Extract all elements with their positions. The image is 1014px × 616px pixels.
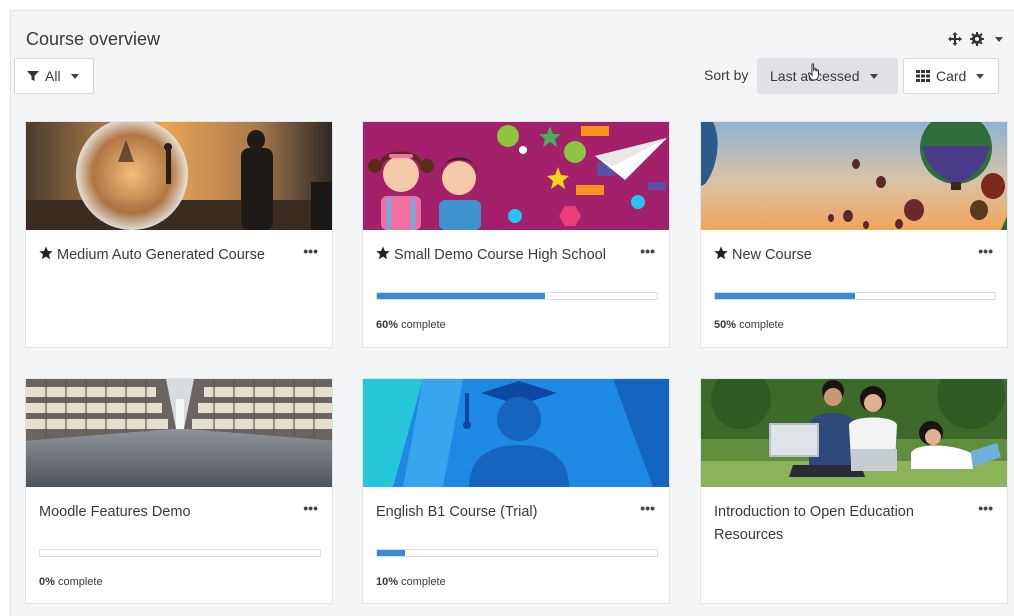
- sort-dropdown[interactable]: Last accessed: [757, 58, 898, 94]
- progress-fill: [715, 293, 855, 299]
- filter-label: All: [45, 68, 61, 84]
- course-image[interactable]: [26, 379, 332, 487]
- course-card[interactable]: New Course ••• 50% complete: [700, 121, 1008, 348]
- course-card[interactable]: Introduction to Open Education Resources…: [700, 378, 1008, 604]
- course-title[interactable]: Moodle Features Demo: [39, 501, 289, 524]
- chevron-down-icon: [976, 73, 985, 79]
- gear-icon[interactable]: [969, 31, 985, 47]
- course-menu-button[interactable]: •••: [640, 244, 655, 258]
- course-menu-button[interactable]: •••: [978, 501, 993, 515]
- progress-bar: [39, 549, 321, 557]
- view-value: Card: [936, 68, 967, 84]
- progress-text: 60% complete: [376, 319, 446, 331]
- progress-fill: [377, 550, 405, 556]
- progress-text: 50% complete: [714, 319, 784, 331]
- filter-icon: [27, 71, 39, 81]
- progress-bar: [376, 292, 658, 300]
- course-menu-button[interactable]: •••: [640, 501, 655, 515]
- progress-bar: [376, 549, 658, 557]
- course-image[interactable]: [26, 122, 332, 230]
- star-icon: [376, 246, 390, 260]
- course-title[interactable]: New Course: [714, 244, 964, 267]
- move-icon[interactable]: [947, 31, 963, 47]
- course-menu-button[interactable]: •••: [303, 244, 318, 258]
- course-image[interactable]: [363, 122, 669, 230]
- progress-text: 10% complete: [376, 576, 446, 588]
- course-title[interactable]: English B1 Course (Trial): [376, 501, 626, 524]
- filter-dropdown[interactable]: All: [14, 58, 94, 94]
- sort-by-label: Sort by: [704, 67, 749, 83]
- hand-cursor-icon: [808, 63, 819, 81]
- chevron-down-icon: [869, 73, 878, 79]
- block-title: Course overview: [26, 29, 161, 49]
- chevron-down-icon: [70, 73, 79, 79]
- course-title[interactable]: Introduction to Open Education Resources: [714, 501, 964, 547]
- course-card[interactable]: Small Demo Course High School ••• 60% co…: [362, 121, 670, 348]
- course-image[interactable]: [363, 379, 669, 487]
- block-controls: [947, 31, 1003, 47]
- course-menu-button[interactable]: •••: [978, 244, 993, 258]
- course-title[interactable]: Medium Auto Generated Course: [39, 244, 289, 267]
- grid-icon: [916, 70, 930, 82]
- course-card[interactable]: Medium Auto Generated Course •••: [25, 121, 333, 348]
- view-dropdown[interactable]: Card: [903, 58, 999, 94]
- star-icon: [714, 246, 728, 260]
- course-image[interactable]: [701, 122, 1007, 230]
- course-title[interactable]: Small Demo Course High School: [376, 244, 626, 267]
- chevron-down-icon[interactable]: [995, 36, 1003, 42]
- course-image[interactable]: [701, 379, 1007, 487]
- course-menu-button[interactable]: •••: [303, 501, 318, 515]
- progress-bar: [714, 292, 996, 300]
- progress-text: 0% complete: [39, 576, 103, 588]
- course-card[interactable]: Moodle Features Demo ••• 0% complete: [25, 378, 333, 604]
- course-card[interactable]: English B1 Course (Trial) ••• 10% comple…: [362, 378, 670, 604]
- star-icon: [39, 246, 53, 260]
- progress-fill: [377, 293, 545, 299]
